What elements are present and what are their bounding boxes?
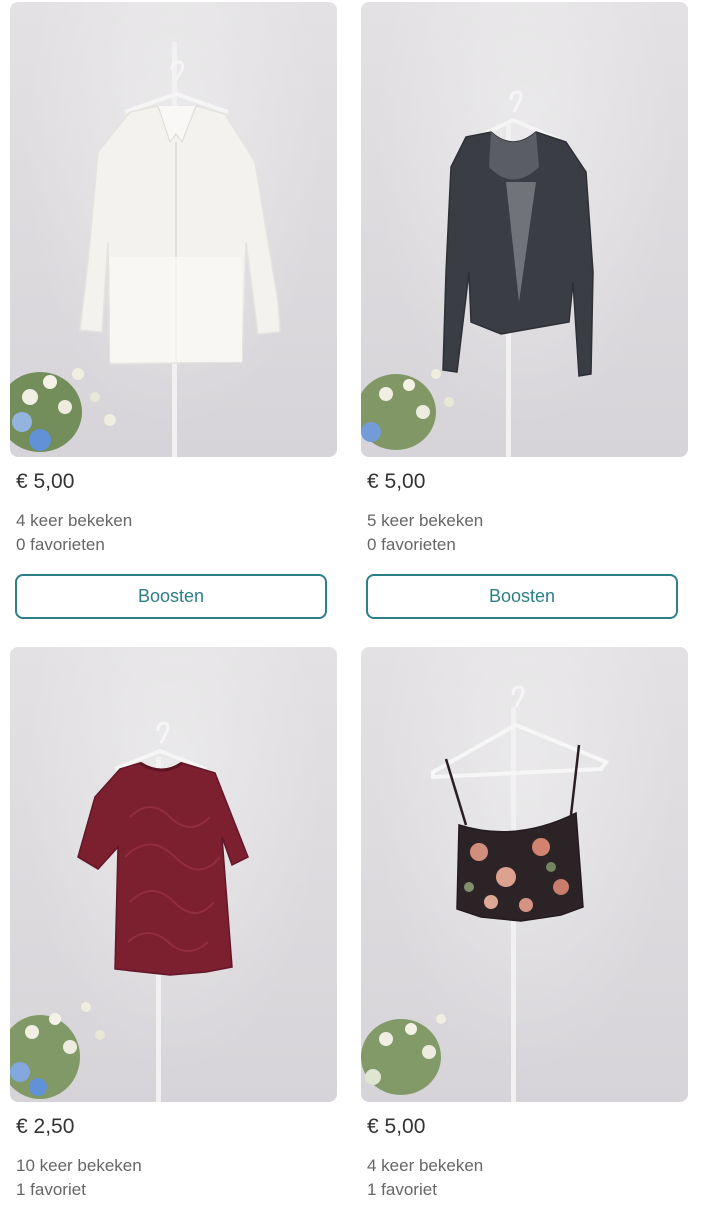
boost-button[interactable]: Boosten: [15, 574, 327, 619]
listing-favorites: 1 favoriet: [16, 1180, 86, 1199]
listing-price: € 5,00: [367, 1115, 426, 1138]
listing-price: € 5,00: [367, 470, 426, 493]
listing-card[interactable]: € 5,00 4 keer bekeken 0 favorieten Boost…: [10, 2, 338, 619]
listing-views: 4 keer bekeken: [367, 1156, 484, 1175]
listing-photo[interactable]: [10, 647, 337, 1102]
listing-card[interactable]: € 5,00 4 keer bekeken 1 favoriet: [361, 647, 689, 1199]
listing-favorites: 0 favorieten: [367, 535, 456, 554]
listing-photo[interactable]: [10, 2, 337, 457]
listing-card[interactable]: € 2,50 10 keer bekeken 1 favoriet: [10, 647, 338, 1199]
listing-price: € 2,50: [16, 1115, 75, 1138]
listing-favorites: 0 favorieten: [16, 535, 105, 554]
burgundy-tshirt-image: [10, 721, 249, 1102]
listing-views: 4 keer bekeken: [16, 511, 133, 530]
floral-top-image: [361, 685, 610, 1102]
listing-photo[interactable]: [361, 2, 688, 457]
listing-views: 5 keer bekeken: [367, 511, 484, 530]
listing-card[interactable]: € 5,00 5 keer bekeken 0 favorieten Boost…: [361, 2, 689, 619]
boost-button[interactable]: Boosten: [366, 574, 678, 619]
listing-photo[interactable]: [361, 647, 688, 1102]
listing-favorites: 1 favoriet: [367, 1180, 437, 1199]
listing-grid: € 5,00 4 keer bekeken 0 favorieten Boost…: [0, 0, 708, 1207]
listing-price: € 5,00: [16, 470, 75, 493]
white-blouse-image: [10, 42, 281, 457]
dark-sweater-image: [361, 90, 594, 457]
listing-views: 10 keer bekeken: [16, 1156, 142, 1175]
